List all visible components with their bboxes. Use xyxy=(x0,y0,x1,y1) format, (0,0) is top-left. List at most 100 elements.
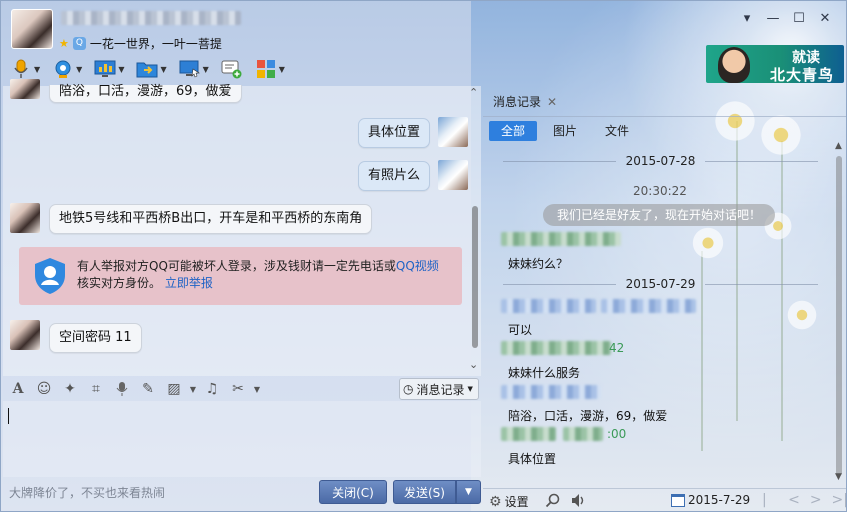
maximize-icon[interactable]: ☐ xyxy=(786,7,812,29)
speaker-icon[interactable] xyxy=(571,493,587,508)
report-link[interactable]: 立即举报 xyxy=(165,276,213,290)
chevron-down-icon[interactable]: ▼ xyxy=(76,65,82,74)
clock-icon: ◷ xyxy=(403,382,414,396)
filter-files[interactable]: 文件 xyxy=(593,121,641,141)
folder-arrow-icon xyxy=(136,58,158,80)
date-separator: 2015-07-28 xyxy=(503,154,818,168)
emoji-icon[interactable]: ☺ xyxy=(33,378,55,400)
ad-banner[interactable]: 就读 北大青鸟 xyxy=(706,45,844,83)
chevron-down-icon[interactable]: ▼ xyxy=(203,65,209,74)
date-picker[interactable]: 2015-7-29 xyxy=(671,493,750,507)
voice-message-icon[interactable] xyxy=(111,378,133,400)
sender-blurred xyxy=(501,299,596,313)
chat-window: ★ Q 一花一世界，一叶一菩提 ▾ — ☐ ✕ 就读 北大青鸟 ▼ ▼ ▼ ▼ … xyxy=(0,0,847,512)
chat-message: 具体位置 xyxy=(358,118,431,148)
date-separator: 2015-07-29 xyxy=(503,277,818,291)
gear-icon: ⚙ xyxy=(489,493,502,510)
music-icon[interactable]: ♫ xyxy=(201,378,223,400)
scroll-up-icon[interactable]: ▲ xyxy=(835,141,842,151)
font-icon[interactable]: A xyxy=(7,378,29,400)
scroll-down-icon[interactable]: ⌄ xyxy=(469,358,478,371)
last-page-icon[interactable]: >| xyxy=(832,492,846,511)
chevron-down-icon[interactable]: ▼ xyxy=(160,65,166,74)
chevron-down-icon[interactable]: ▼ xyxy=(118,65,124,74)
remote-desktop-icon xyxy=(179,58,201,80)
my-avatar-small[interactable] xyxy=(438,117,468,147)
warning-text: 有人举报对方QQ可能被坏人登录，涉及钱财请一定先电话或QQ视频 核实对方身份。 … xyxy=(77,258,457,292)
chevron-down-icon[interactable]: ▼ xyxy=(34,65,40,74)
edit-icon[interactable]: ✎ xyxy=(137,378,159,400)
date-label: 2015-07-29 xyxy=(625,277,696,291)
chat-add-icon xyxy=(221,58,243,80)
close-tab-icon[interactable]: ✕ xyxy=(547,95,557,109)
settings-button[interactable]: ⚙ 设置 xyxy=(489,493,529,510)
qq-status-icon: Q xyxy=(72,37,86,50)
calendar-icon xyxy=(671,493,685,507)
contact-nickname-blurred xyxy=(61,11,241,25)
system-message: 我们已经是好友了，现在开始对话吧！ xyxy=(543,204,776,226)
minimize-icon[interactable]: — xyxy=(760,7,786,29)
filter-all[interactable]: 全部 xyxy=(489,121,538,141)
screenshot-icon[interactable]: ⌗ xyxy=(85,378,107,400)
close-button[interactable]: 关闭(C) xyxy=(319,480,387,504)
shake-icon[interactable]: ✦ xyxy=(59,378,81,400)
history-message: 具体位置 xyxy=(508,452,557,466)
chat-message: 地铁5号线和平西桥B出口，开车是和平西桥的东南角 xyxy=(49,204,373,234)
chevron-down-icon[interactable]: ▼ xyxy=(253,378,261,400)
message-history-button[interactable]: ◷ 消息记录 ▼ xyxy=(399,378,479,400)
text-cursor xyxy=(8,408,9,424)
chat-scrollbar[interactable] xyxy=(472,206,478,348)
scroll-up-icon[interactable]: ⌃ xyxy=(469,86,478,99)
next-page-icon[interactable]: > xyxy=(810,492,822,511)
input-toolbar: A ☺ ✦ ⌗ ✎ ▨ ▼ ♫ ✂ ▼ xyxy=(7,377,261,401)
contact-signature: ★ Q 一花一世界，一叶一菩提 xyxy=(59,35,222,52)
shield-person-icon xyxy=(33,257,67,295)
contact-avatar-small[interactable] xyxy=(10,203,40,233)
filter-images[interactable]: 图片 xyxy=(541,121,589,141)
sender-blurred xyxy=(563,427,603,441)
message-input[interactable] xyxy=(3,401,481,477)
image-icon[interactable]: ▨ xyxy=(163,378,185,400)
scroll-down-icon[interactable]: ▼ xyxy=(835,472,842,482)
new-discussion-button[interactable] xyxy=(218,56,246,82)
my-avatar-small[interactable] xyxy=(438,160,468,190)
dropdown-menu-icon[interactable]: ▾ xyxy=(734,7,760,29)
first-page-icon[interactable]: |< xyxy=(762,492,778,511)
history-scrollbar[interactable] xyxy=(836,156,842,476)
contact-avatar[interactable] xyxy=(11,9,53,49)
apps-button[interactable]: ▼ xyxy=(252,56,288,82)
close-icon[interactable]: ✕ xyxy=(812,7,838,29)
history-message: 陪浴，口活，漫游，69，做爱 xyxy=(508,409,668,423)
video-call-button[interactable]: ▼ xyxy=(49,56,85,82)
security-warning: 有人举报对方QQ可能被坏人登录，涉及钱财请一定先电话或QQ视频 核实对方身份。 … xyxy=(19,247,462,305)
webcam-icon xyxy=(52,58,74,80)
sender-blurred xyxy=(501,385,601,399)
contact-avatar-small[interactable] xyxy=(10,320,40,350)
chevron-down-icon[interactable]: ▼ xyxy=(189,378,197,400)
settings-label: 设置 xyxy=(504,495,529,509)
warning-message-2: 核实对方身份。 xyxy=(77,276,162,290)
history-message: 可以 xyxy=(508,323,533,337)
warning-message: 有人举报对方QQ可能被坏人登录，涉及钱财请一定先电话或 xyxy=(77,259,396,273)
scissors-icon[interactable]: ✂ xyxy=(227,378,249,400)
send-options-button[interactable]: ▼ xyxy=(456,480,481,504)
remote-assist-button[interactable]: ▼ xyxy=(176,56,212,82)
history-tab[interactable]: 消息记录 ✕ xyxy=(493,93,557,110)
chevron-down-icon: ▼ xyxy=(467,385,473,393)
previous-page-icon[interactable]: < xyxy=(788,492,800,511)
sender-blurred xyxy=(501,427,556,441)
sender-blurred xyxy=(501,341,611,355)
send-button[interactable]: 发送(S) xyxy=(393,480,456,504)
chevron-down-icon[interactable]: ▼ xyxy=(279,65,285,74)
ad-text-link[interactable]: 大牌降价了，不买也来看热闹 xyxy=(9,484,165,501)
history-navigation: |< < > >| xyxy=(762,492,846,511)
share-screen-button[interactable]: ▼ xyxy=(91,56,127,82)
qq-video-link[interactable]: QQ视频 xyxy=(396,259,439,273)
search-icon[interactable] xyxy=(545,493,560,508)
contact-avatar-small[interactable] xyxy=(10,79,40,99)
time-label: 20:30:22 xyxy=(633,184,687,198)
history-button-label: 消息记录 xyxy=(416,382,465,397)
history-message: 妹妹什么服务 xyxy=(508,366,581,380)
send-file-button[interactable]: ▼ xyxy=(133,56,169,82)
time-fragment: :00 xyxy=(607,427,627,441)
